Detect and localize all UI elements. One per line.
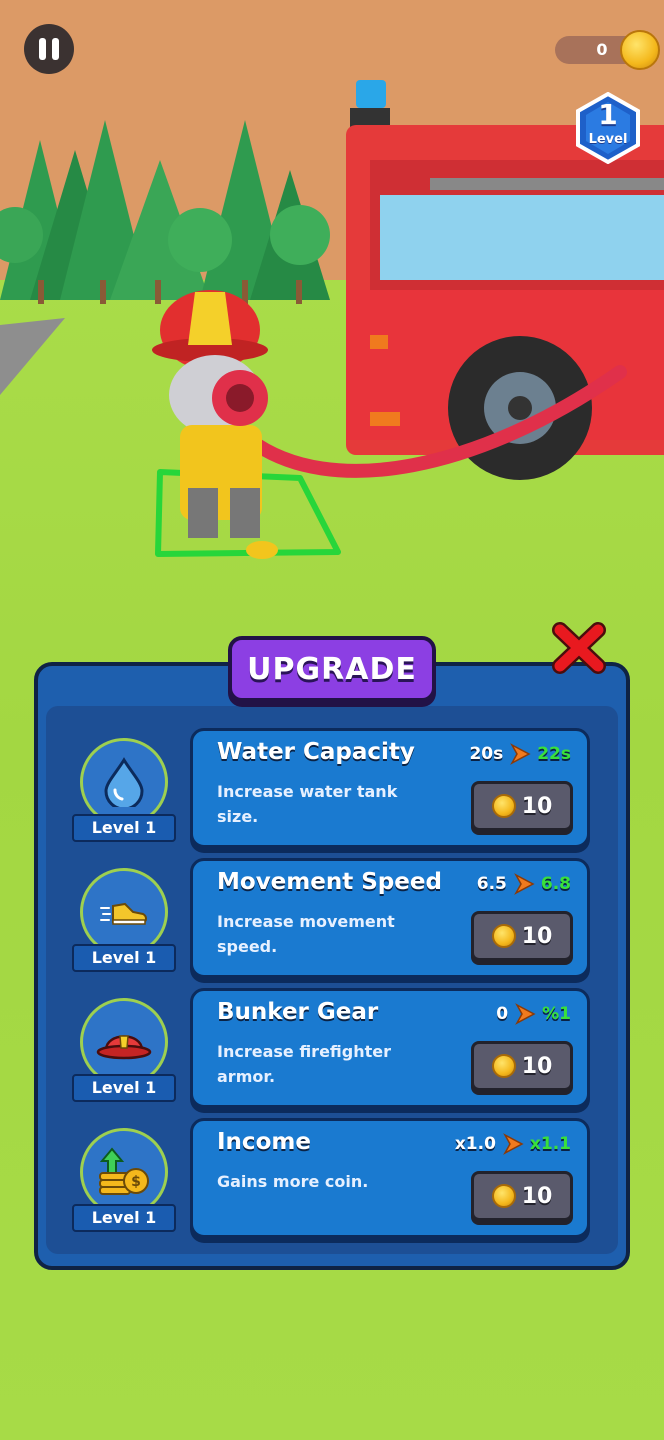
upgrade-card: Income x1.0 x1.1 Gains more coin. 10 xyxy=(190,1118,590,1238)
stat-next: %1 xyxy=(542,1004,571,1024)
water-drop-icon xyxy=(104,757,144,807)
coin-icon xyxy=(491,924,516,948)
upgrade-title: UPGRADE xyxy=(247,651,417,687)
upgrade-name: Movement Speed xyxy=(217,869,442,895)
upgrade-stat: 0 %1 xyxy=(496,1001,571,1027)
upgrade-price: 10 xyxy=(521,1183,553,1209)
upgrade-price: 10 xyxy=(521,923,553,949)
stat-current: 20s xyxy=(469,744,504,764)
level-label: Level xyxy=(588,132,628,147)
upgrade-price: 10 xyxy=(521,1053,553,1079)
pause-button[interactable] xyxy=(24,24,74,74)
game-scene: 0 1 Level UPGRADE Level 1 Water Capacity… xyxy=(0,0,664,1440)
upgrade-name: Bunker Gear xyxy=(217,999,379,1025)
stat-next: x1.1 xyxy=(529,1134,571,1154)
upgrade-price: 10 xyxy=(521,793,553,819)
upgrade-row-bunker-gear: Level 1 Bunker Gear 0 %1 Increase firefi… xyxy=(0,988,664,1112)
upgrade-icon-circle: $ xyxy=(80,1128,168,1216)
forest xyxy=(0,120,330,304)
upgrade-title-tab: UPGRADE xyxy=(228,636,436,702)
upgrade-name: Water Capacity xyxy=(217,739,415,765)
coin-icon xyxy=(491,794,516,818)
close-button[interactable] xyxy=(550,622,608,674)
arrow-right-icon xyxy=(515,1003,536,1025)
coin-stack-icon: $ xyxy=(99,1147,149,1195)
pause-icon xyxy=(39,38,59,60)
upgrade-description: Increase movement speed. xyxy=(217,912,395,956)
upgrade-description: Increase water tank size. xyxy=(217,782,398,826)
upgrade-stat: 20s 22s xyxy=(469,741,571,767)
stat-current: 6.5 xyxy=(476,874,507,894)
upgrade-card: Bunker Gear 0 %1 Increase firefighter ar… xyxy=(190,988,590,1108)
arrow-right-icon xyxy=(513,873,535,895)
upgrade-stat: 6.5 6.8 xyxy=(477,871,571,897)
upgrade-level: Level 1 xyxy=(72,814,176,842)
stat-current: 0 xyxy=(496,1004,509,1024)
firefighter-helmet-icon xyxy=(96,1035,152,1060)
upgrade-icon-circle xyxy=(80,738,168,826)
upgrade-icon-circle xyxy=(80,998,168,1086)
buy-upgrade-button[interactable]: 10 xyxy=(471,1041,573,1091)
upgrade-row-movement-speed: Level 1 Movement Speed 6.5 6.8 Increase … xyxy=(0,858,664,982)
close-icon xyxy=(552,622,606,674)
coin-icon xyxy=(491,1184,516,1208)
level-badge: 1 Level xyxy=(576,92,640,164)
scene-illustration xyxy=(0,80,664,559)
arrow-right-icon xyxy=(503,1133,524,1155)
stat-current: x1.0 xyxy=(454,1134,496,1154)
upgrade-row-income: $ Level 1 Income x1.0 x1.1 Gains more co… xyxy=(0,1118,664,1242)
coin-icon xyxy=(620,30,660,70)
upgrade-level: Level 1 xyxy=(72,944,176,972)
stat-next: 22s xyxy=(537,744,571,764)
buy-upgrade-button[interactable]: 10 xyxy=(471,1171,573,1221)
upgrade-name: Income xyxy=(217,1129,311,1155)
arrow-right-icon xyxy=(510,743,531,765)
buy-upgrade-button[interactable]: 10 xyxy=(471,911,573,961)
upgrade-level: Level 1 xyxy=(72,1204,176,1232)
upgrade-icon-circle xyxy=(80,868,168,956)
upgrade-row-water-capacity: Level 1 Water Capacity 20s 22s Increase … xyxy=(0,728,664,852)
upgrade-description: Increase firefighter armor. xyxy=(217,1042,392,1086)
coin-count: 0 xyxy=(596,40,608,59)
upgrade-card: Movement Speed 6.5 6.8 Increase movement… xyxy=(190,858,590,978)
sneaker-icon xyxy=(100,902,147,925)
upgrade-description: Gains more coin. xyxy=(217,1172,369,1191)
level-number: 1 xyxy=(598,98,618,131)
coin-icon xyxy=(491,1054,516,1078)
upgrade-card: Water Capacity 20s 22s Increase water ta… xyxy=(190,728,590,848)
svg-text:$: $ xyxy=(131,1174,141,1190)
firefighter xyxy=(152,290,278,559)
upgrade-stat: x1.0 x1.1 xyxy=(455,1131,571,1157)
upgrade-level: Level 1 xyxy=(72,1074,176,1102)
buy-upgrade-button[interactable]: 10 xyxy=(471,781,573,831)
road xyxy=(0,318,65,395)
stat-next: 6.8 xyxy=(540,874,571,894)
